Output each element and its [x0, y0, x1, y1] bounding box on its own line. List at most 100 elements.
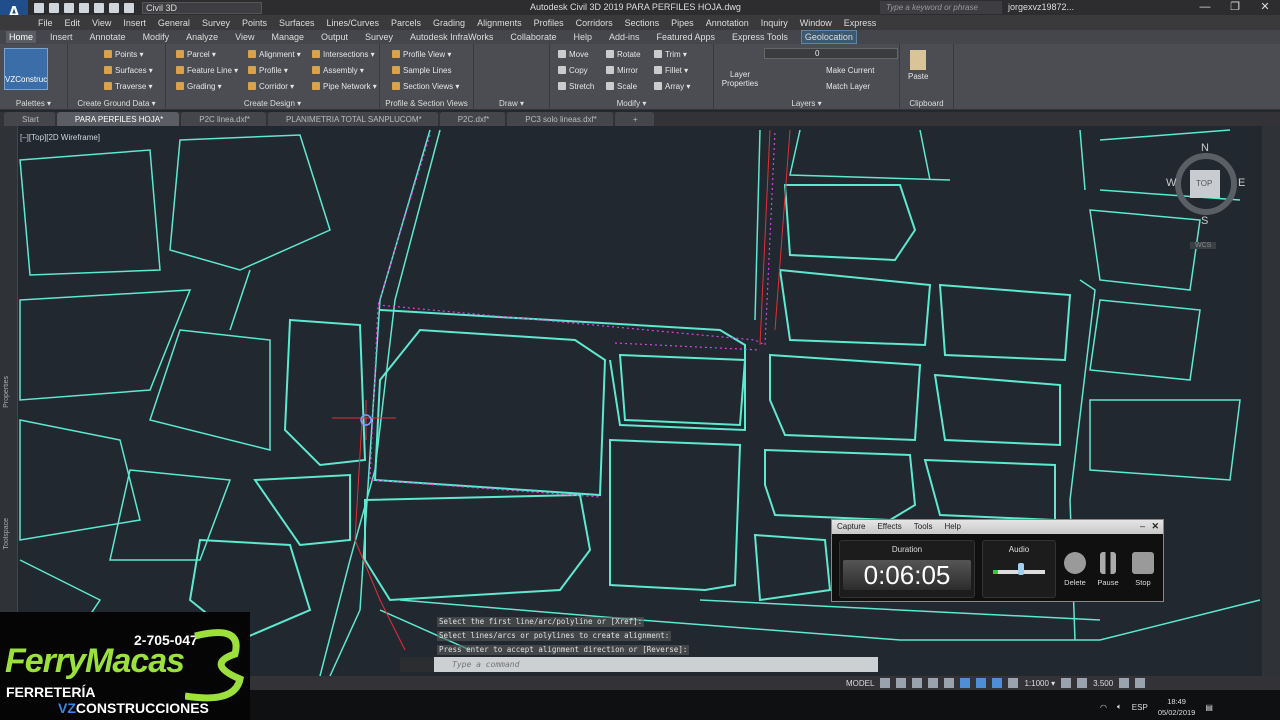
autoscale-icon[interactable]	[1008, 678, 1019, 688]
otrack-icon[interactable]	[960, 678, 971, 688]
volume-icon[interactable]: 🔈︎	[1117, 702, 1122, 712]
new-tab-button[interactable]: +	[614, 112, 654, 126]
tab-express-tools[interactable]: Express Tools	[729, 31, 791, 43]
saveas-icon[interactable]	[79, 2, 89, 13]
minimize-button[interactable]: —	[1190, 0, 1220, 15]
copy-button[interactable]: Copy	[558, 66, 588, 75]
menu-file[interactable]: File	[38, 18, 53, 28]
intersections-button[interactable]: Intersections ▾	[312, 50, 375, 59]
make-current-button[interactable]: Make Current	[826, 66, 874, 75]
viewcube[interactable]: N S W E TOP WCS	[1166, 142, 1245, 249]
ortho-icon[interactable]	[912, 678, 923, 688]
menu-edit[interactable]: Edit	[65, 18, 81, 28]
menu-lines-curves[interactable]: Lines/Curves	[327, 18, 380, 28]
file-tab[interactable]: PLANIMETRIA TOTAL SANPLUCOM*	[267, 112, 438, 126]
menu-grading[interactable]: Grading	[433, 18, 465, 28]
tab-help[interactable]: Help	[570, 31, 595, 43]
tab-modify[interactable]: Modify	[140, 31, 173, 43]
command-input[interactable]	[434, 657, 878, 672]
snap-icon[interactable]	[896, 678, 907, 688]
model-space-button[interactable]: MODEL	[846, 679, 874, 688]
pipe-network-button[interactable]: Pipe Network ▾	[312, 82, 377, 91]
panel-label[interactable]: Palettes ▾	[0, 99, 67, 108]
file-tab[interactable]: P2C.dxf*	[439, 112, 506, 126]
language-indicator[interactable]: ESP	[1132, 703, 1148, 712]
array-button[interactable]: Array ▾	[654, 82, 690, 91]
close-button[interactable]: ✕	[1250, 0, 1280, 15]
menu-express[interactable]: Express	[844, 18, 877, 28]
annotation-scale[interactable]: 1:1000 ▾	[1024, 679, 1055, 688]
plot-icon[interactable]	[94, 2, 104, 13]
tab-featured-apps[interactable]: Featured Apps	[653, 31, 718, 43]
tab-collaborate[interactable]: Collaborate	[507, 31, 559, 43]
move-button[interactable]: Move	[558, 50, 589, 59]
menu-sections[interactable]: Sections	[625, 18, 660, 28]
layer-properties-button[interactable]: Layer Properties	[720, 70, 760, 88]
grid-icon[interactable]	[880, 678, 891, 688]
profile-button[interactable]: Profile ▾	[248, 66, 288, 75]
network-icon[interactable]: ◠	[1100, 703, 1107, 712]
menu-profiles[interactable]: Profiles	[534, 18, 564, 28]
osnap-icon[interactable]	[944, 678, 955, 688]
polar-icon[interactable]	[928, 678, 939, 688]
alignment-button[interactable]: Alignment ▾	[248, 50, 301, 59]
rotate-button[interactable]: Rotate	[606, 50, 641, 59]
toolspace-label[interactable]: Toolspace	[3, 518, 10, 550]
audio-slider-thumb[interactable]	[1018, 563, 1025, 575]
gear-icon[interactable]	[1061, 678, 1072, 688]
menu-pipes[interactable]: Pipes	[671, 18, 694, 28]
viewport-controls[interactable]: [–][Top][2D Wireframe]	[20, 133, 100, 142]
traverse-button[interactable]: Traverse ▾	[104, 82, 153, 91]
menu-survey[interactable]: Survey	[202, 18, 230, 28]
left-palette-strip[interactable]: Properties Toolspace	[0, 126, 18, 612]
menu-points[interactable]: Points	[242, 18, 267, 28]
panel-label[interactable]: Draw ▾	[474, 99, 549, 108]
delete-button[interactable]: Delete	[1061, 552, 1089, 587]
menu-general[interactable]: General	[158, 18, 190, 28]
menu-insert[interactable]: Insert	[123, 18, 146, 28]
file-tab[interactable]: PC3 solo lineas.dxf*	[507, 112, 613, 126]
menu-parcels[interactable]: Parcels	[391, 18, 421, 28]
file-tab[interactable]: P2C linea.dxf*	[181, 112, 266, 126]
save-icon[interactable]	[64, 2, 74, 13]
tab-insert[interactable]: Insert	[47, 31, 76, 43]
right-toolbar[interactable]	[1262, 126, 1280, 676]
scale-button[interactable]: Scale	[606, 82, 637, 91]
points-button[interactable]: Points ▾	[104, 50, 143, 59]
parcel-button[interactable]: Parcel ▾	[176, 50, 216, 59]
panel-label[interactable]: Layers ▾	[714, 99, 899, 108]
annotation-value[interactable]: 3.500	[1093, 679, 1113, 688]
panel-label[interactable]: Modify ▾	[550, 99, 713, 108]
new-icon[interactable]	[34, 2, 44, 13]
workspace-dropdown[interactable]: Civil 3D	[142, 1, 262, 14]
tab-manage[interactable]: Manage	[268, 31, 307, 43]
restore-button[interactable]: ❐	[1220, 0, 1250, 15]
corridor-button[interactable]: Corridor ▾	[248, 82, 294, 91]
paste-button[interactable]: Paste	[908, 72, 928, 81]
tab-autodesk-infraworks[interactable]: Autodesk InfraWorks	[407, 31, 496, 43]
match-layer-button[interactable]: Match Layer	[826, 82, 870, 91]
grading-button[interactable]: Grading ▾	[176, 82, 222, 91]
capture-close[interactable]: ✕	[1151, 521, 1159, 532]
vzconstruc-button[interactable]: VZConstruc	[4, 48, 48, 90]
annotation-visibility-icon[interactable]	[992, 678, 1003, 688]
tab-output[interactable]: Output	[318, 31, 351, 43]
undo-icon[interactable]	[109, 2, 119, 13]
menu-alignments[interactable]: Alignments	[477, 18, 522, 28]
trim-button[interactable]: Trim ▾	[654, 50, 687, 59]
properties-label[interactable]: Properties	[3, 376, 10, 408]
layer-dropdown[interactable]: 0	[764, 48, 898, 59]
tab-home[interactable]: Home	[6, 31, 37, 43]
audio-slider[interactable]	[993, 562, 1045, 575]
menu-icon[interactable]	[1135, 678, 1146, 688]
profile-view-button[interactable]: Profile View ▾	[392, 50, 451, 59]
clock[interactable]: 18:49 05/02/2019	[1158, 696, 1196, 718]
tab-analyze[interactable]: Analyze	[183, 31, 221, 43]
pause-button[interactable]: Pause	[1094, 552, 1122, 587]
search-input[interactable]: Type a keyword or phrase	[880, 1, 1002, 14]
tab-survey[interactable]: Survey	[362, 31, 396, 43]
menu-inquiry[interactable]: Inquiry	[761, 18, 788, 28]
viewcube-top[interactable]: TOP	[1196, 179, 1212, 188]
capture-menu-tools[interactable]: Tools	[914, 520, 933, 534]
panel-label[interactable]: Create Design ▾	[166, 99, 379, 108]
